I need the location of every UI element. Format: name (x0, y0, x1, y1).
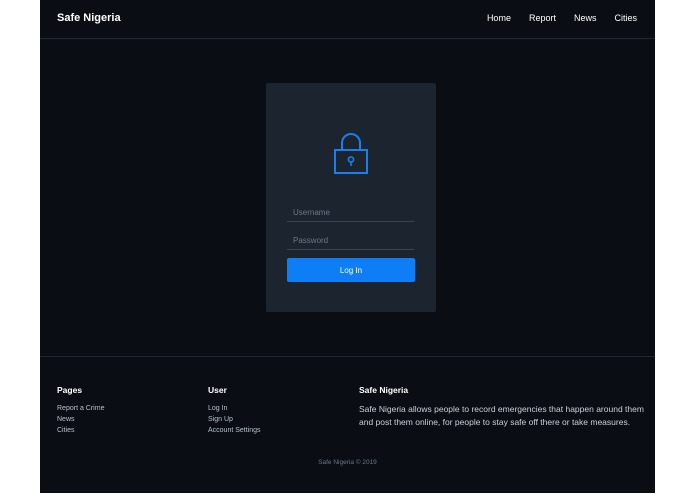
lock-icon (334, 133, 368, 174)
footer-link-account-settings[interactable]: Account Settings (208, 425, 261, 436)
footer-user: User Log In Sign Up Account Settings (208, 385, 261, 436)
nav-links: Home Report News Cities (469, 13, 637, 23)
footer-about-text: Safe Nigeria allows people to record eme… (359, 404, 644, 427)
footer-pages: Pages Report a Crime News Cities (57, 385, 104, 436)
copyright: Safe Nigeria © 2019 (318, 459, 377, 466)
footer-link-report-crime[interactable]: Report a Crime (57, 403, 104, 414)
password-input[interactable] (287, 232, 414, 250)
footer-link-cities[interactable]: Cities (57, 425, 104, 436)
footer: Pages Report a Crime News Cities User Lo… (40, 356, 655, 494)
footer-about: Safe Nigeria Safe Nigeria allows people … (359, 385, 644, 428)
footer-link-sign-up[interactable]: Sign Up (208, 414, 261, 425)
footer-about-heading: Safe Nigeria (359, 385, 409, 395)
footer-link-news[interactable]: News (57, 414, 104, 425)
login-card: Log In (266, 83, 436, 312)
footer-pages-heading: Pages (57, 385, 83, 395)
nav-link-news[interactable]: News (574, 13, 597, 23)
login-button[interactable]: Log In (287, 258, 415, 282)
username-input[interactable] (287, 204, 414, 222)
page: Safe Nigeria Home Report News Cities Log… (40, 0, 655, 493)
footer-link-log-in[interactable]: Log In (208, 403, 261, 414)
nav-link-home[interactable]: Home (487, 13, 511, 23)
nav-link-report[interactable]: Report (529, 13, 556, 23)
navbar: Safe Nigeria Home Report News Cities (40, 0, 655, 39)
nav-link-cities[interactable]: Cities (614, 13, 637, 23)
brand-logo[interactable]: Safe Nigeria (57, 12, 121, 24)
footer-user-heading: User (208, 385, 227, 395)
